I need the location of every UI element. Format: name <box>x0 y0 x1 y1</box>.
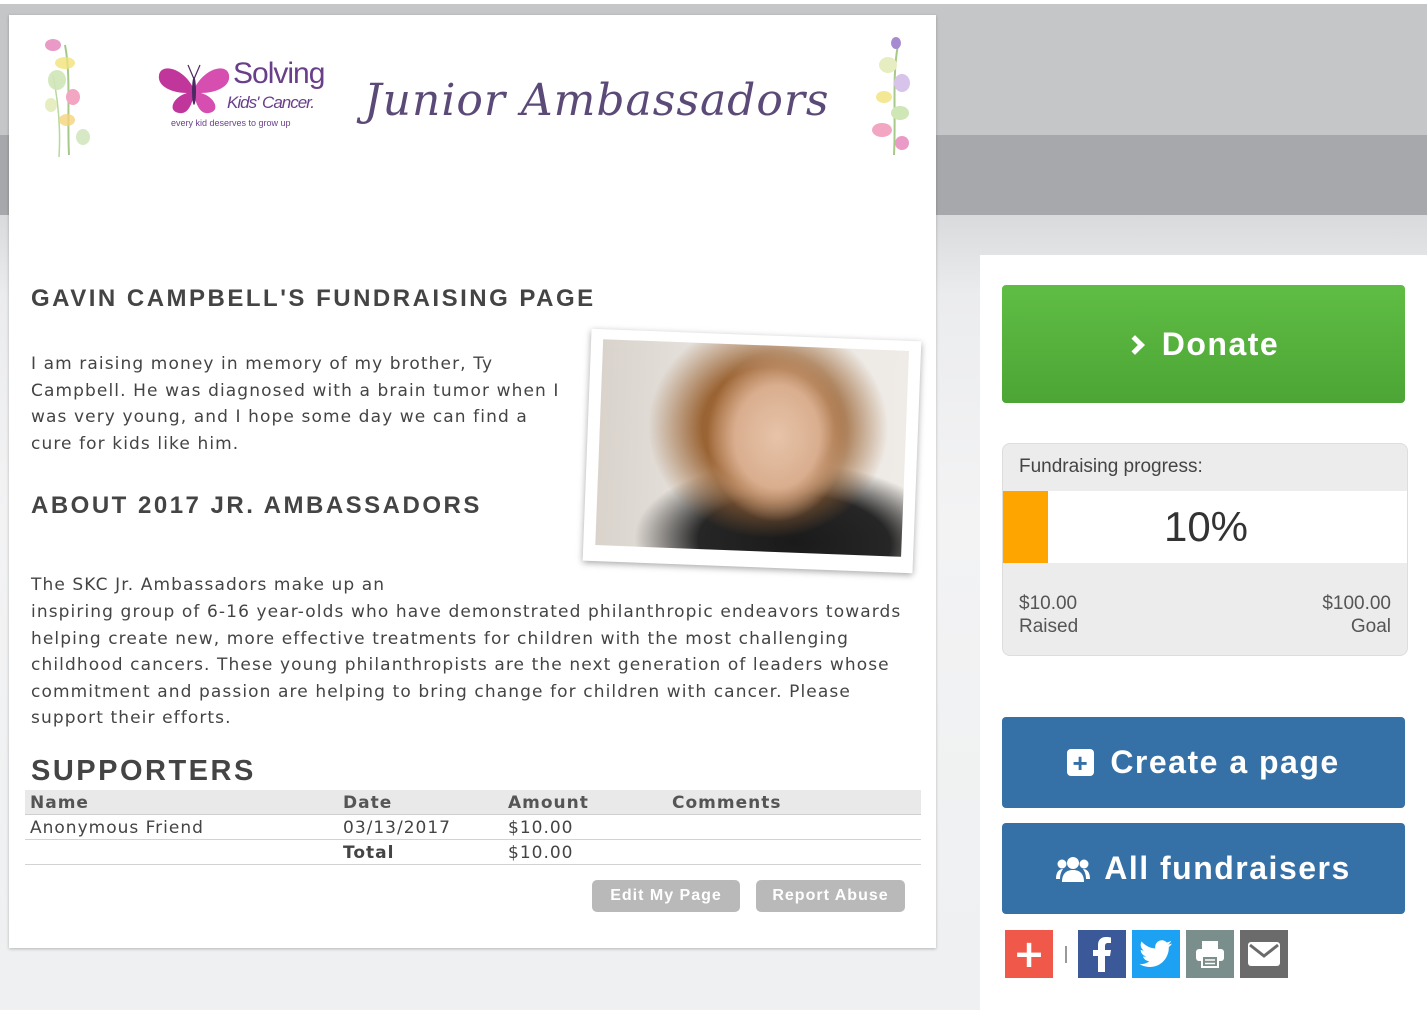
supporter-name: Anonymous Friend <box>30 818 204 838</box>
goal-amount: $100.00 <box>1322 593 1391 614</box>
column-header-amount: Amount <box>508 793 589 813</box>
about-text: inspiring group of 6-16 year-olds who ha… <box>31 602 902 728</box>
program-title: Junior Ambassadors <box>364 75 830 126</box>
column-header-comments: Comments <box>672 793 782 813</box>
supporters-table: Name Date Amount Comments Anonymous Frie… <box>25 790 921 865</box>
chevron-right-icon <box>1124 335 1145 355</box>
edit-my-page-button[interactable]: Edit My Page <box>592 880 740 912</box>
report-abuse-button[interactable]: Report Abuse <box>756 880 905 912</box>
share-divider <box>1065 946 1067 963</box>
table-header-row: Name Date Amount Comments <box>25 790 921 815</box>
total-label: Total <box>343 843 395 863</box>
goal-label: Goal <box>1350 616 1391 637</box>
page-top-line <box>0 0 1427 4</box>
twitter-bird-glyph <box>1139 940 1172 967</box>
donate-label: Donate <box>1161 325 1280 362</box>
email-icon[interactable] <box>1240 930 1288 978</box>
table-row: Anonymous Friend 03/13/2017 $10.00 <box>25 815 921 840</box>
page-title: GAVIN CAMPBELL'S FUNDRAISING PAGE <box>31 285 596 312</box>
supporters-heading: SUPPORTERS <box>31 755 256 787</box>
fundraising-progress: Fundraising progress: 10% $10.00 Raised … <box>1002 443 1408 656</box>
goal-summary: $100.00 Goal <box>1322 592 1391 638</box>
raised-amount: $10.00 <box>1019 593 1078 614</box>
progress-percent: 10% <box>1163 503 1249 550</box>
fundraiser-photo <box>582 328 922 574</box>
solving-kids-cancer-logo[interactable]: Solving Kids' Cancer. every kid deserves… <box>157 57 337 131</box>
progress-bar: 10% <box>1003 491 1407 563</box>
supporter-amount: $10.00 <box>508 818 574 838</box>
progress-label: Fundraising progress: <box>1019 456 1203 477</box>
printer-glyph <box>1196 941 1224 968</box>
fundraising-card: Solving Kids' Cancer. every kid deserves… <box>9 15 936 948</box>
facebook-icon[interactable] <box>1078 930 1126 978</box>
facebook-glyph <box>1093 937 1111 972</box>
fundraiser-photo-image <box>595 339 909 557</box>
envelope-glyph <box>1248 942 1280 966</box>
flower-decoration-left <box>45 39 90 158</box>
total-amount: $10.00 <box>508 843 574 863</box>
flower-decoration-right <box>872 37 910 156</box>
butterfly-icon <box>158 64 230 114</box>
create-page-button[interactable]: + Create a page <box>1002 717 1405 808</box>
column-header-date: Date <box>343 793 393 813</box>
plus-square-icon: + <box>1067 749 1095 776</box>
raised-summary: $10.00 Raised <box>1019 592 1078 638</box>
all-fundraisers-label: All fundraisers <box>1104 850 1351 886</box>
add-share-icon[interactable]: + <box>1005 930 1053 978</box>
logo-tagline: every kid deserves to grow up <box>171 118 291 128</box>
create-page-label: Create a page <box>1110 744 1340 780</box>
logo-name: Solving <box>233 57 325 90</box>
intro-text: I am raising money in memory of my broth… <box>31 354 560 454</box>
column-header-name: Name <box>30 793 89 813</box>
all-fundraisers-button[interactable]: All fundraisers <box>1002 823 1405 914</box>
donate-button[interactable]: Donate <box>1002 285 1405 403</box>
about-heading: ABOUT 2017 JR. AMBASSADORS <box>31 492 482 519</box>
about-text-first-line: The SKC Jr. Ambassadors make up an <box>31 575 386 595</box>
users-icon <box>1056 856 1091 882</box>
raised-label: Raised <box>1019 616 1079 637</box>
twitter-icon[interactable] <box>1132 930 1180 978</box>
table-total-row: Total $10.00 <box>25 840 921 865</box>
supporter-date: 03/13/2017 <box>343 818 451 838</box>
print-icon[interactable] <box>1186 930 1234 978</box>
logo-subtitle: Kids' Cancer. <box>227 93 315 112</box>
